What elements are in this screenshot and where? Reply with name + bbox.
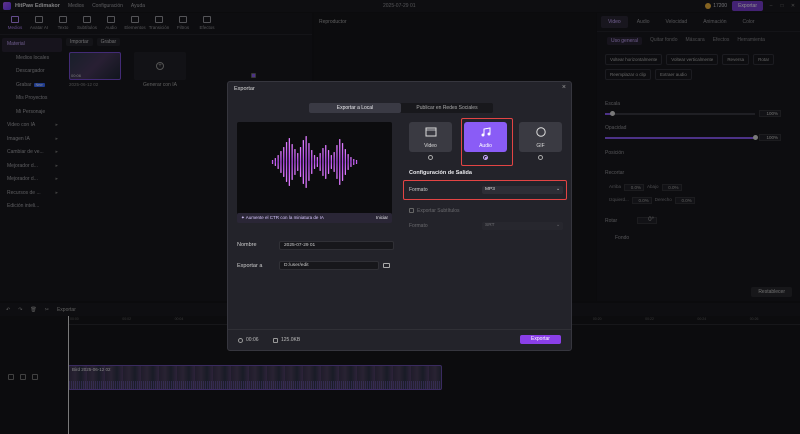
name-label: Nombre xyxy=(237,242,257,248)
size-value: 125.0KB xyxy=(281,337,301,343)
duration-info: 00:06 xyxy=(238,337,259,343)
film-icon xyxy=(425,127,436,137)
waveform-bar xyxy=(297,153,299,171)
export-to-label: Exportar a xyxy=(237,263,263,269)
size-info: 125.0KB xyxy=(273,337,300,343)
dialog-title: Exportar xyxy=(234,86,255,92)
radio-gif[interactable] xyxy=(538,155,543,160)
waveform-bar xyxy=(339,139,341,185)
tab-export-local[interactable]: Exportar a Local xyxy=(309,103,401,113)
format-card-gif[interactable]: GIF xyxy=(519,122,562,152)
tab-publish-social[interactable]: Publicar en Redes Sociales xyxy=(401,103,493,113)
waveform-bar xyxy=(316,157,318,167)
waveform-bar xyxy=(336,145,338,179)
export-dialog: Exportar × Exportar a Local Publicar en … xyxy=(227,81,572,351)
waveform-bar xyxy=(308,143,310,181)
cta-text: Aumente el CTR con la miniatura de IA xyxy=(245,215,324,220)
export-path-input[interactable]: D:/user/edit xyxy=(279,261,379,270)
waveform-bar xyxy=(341,143,344,181)
output-config-title: Configuración de Salida xyxy=(409,170,472,176)
subtitle-format-value: SRT xyxy=(485,223,495,228)
cta-start-button[interactable]: Iniciar xyxy=(376,213,388,223)
waveform-bar xyxy=(333,152,335,172)
waveform-bar xyxy=(271,160,274,164)
waveform-bar xyxy=(280,151,282,173)
waveform-bar xyxy=(355,160,358,164)
highlight-format-row xyxy=(403,180,567,200)
waveform-bar xyxy=(302,140,304,184)
waveform-bar xyxy=(327,150,330,174)
waveform-bar xyxy=(353,159,355,165)
subtitle-format-select[interactable]: SRT ⌄ xyxy=(482,222,563,230)
folder-icon[interactable] xyxy=(383,263,390,268)
app-window: HitPaw Edimakor Medios Configuración Ayu… xyxy=(0,0,800,434)
duration-value: 00:06 xyxy=(246,337,259,343)
format-gif-label: GIF xyxy=(536,143,545,149)
close-icon[interactable]: × xyxy=(562,84,566,91)
waveform-bar xyxy=(313,155,316,169)
waveform-graphic xyxy=(271,136,358,188)
waveform-bar xyxy=(285,142,288,182)
ai-thumbnail-banner[interactable]: ✦ Aumente el CTR con la miniatura de IA … xyxy=(237,213,392,223)
waveform-bar xyxy=(283,147,285,177)
waveform-bar xyxy=(322,148,324,176)
file-icon xyxy=(273,337,278,343)
sparkle-icon: ✦ xyxy=(241,215,245,220)
format-card-video[interactable]: Video xyxy=(409,122,452,152)
waveform-bars xyxy=(271,136,358,188)
radio-video[interactable] xyxy=(428,155,433,160)
waveform-bar xyxy=(350,157,352,167)
gif-icon xyxy=(535,127,546,137)
waveform-bar xyxy=(274,158,276,166)
waveform-bar xyxy=(305,136,307,188)
export-subtitles-label: Exportar Subtítulos xyxy=(417,208,460,214)
waveform-bar xyxy=(311,150,313,174)
chevron-down-icon: ⌄ xyxy=(555,223,560,228)
export-button[interactable]: Exportar xyxy=(520,335,561,344)
export-subtitles-checkbox[interactable] xyxy=(409,208,414,213)
highlight-audio-selection xyxy=(461,118,513,166)
waveform-bar xyxy=(347,154,349,170)
waveform-bar xyxy=(344,149,346,175)
waveform-bar xyxy=(277,155,279,169)
subtitle-format-label: Formato xyxy=(409,223,428,229)
waveform-bar xyxy=(319,153,321,171)
waveform-bar xyxy=(330,155,332,169)
name-input[interactable]: 2025-07-29 01 xyxy=(279,241,394,250)
waveform-bar xyxy=(294,149,296,175)
clock-icon xyxy=(238,337,243,343)
dialog-footer: 00:06 125.0KB Exportar xyxy=(228,329,571,350)
audio-preview xyxy=(237,122,392,219)
export-tabs: Exportar a Local Publicar en Redes Socia… xyxy=(309,103,493,113)
waveform-bar xyxy=(325,145,327,179)
waveform-bar xyxy=(299,147,302,177)
format-video-label: Video xyxy=(424,143,437,149)
waveform-bar xyxy=(291,144,293,180)
waveform-bar xyxy=(288,138,290,186)
